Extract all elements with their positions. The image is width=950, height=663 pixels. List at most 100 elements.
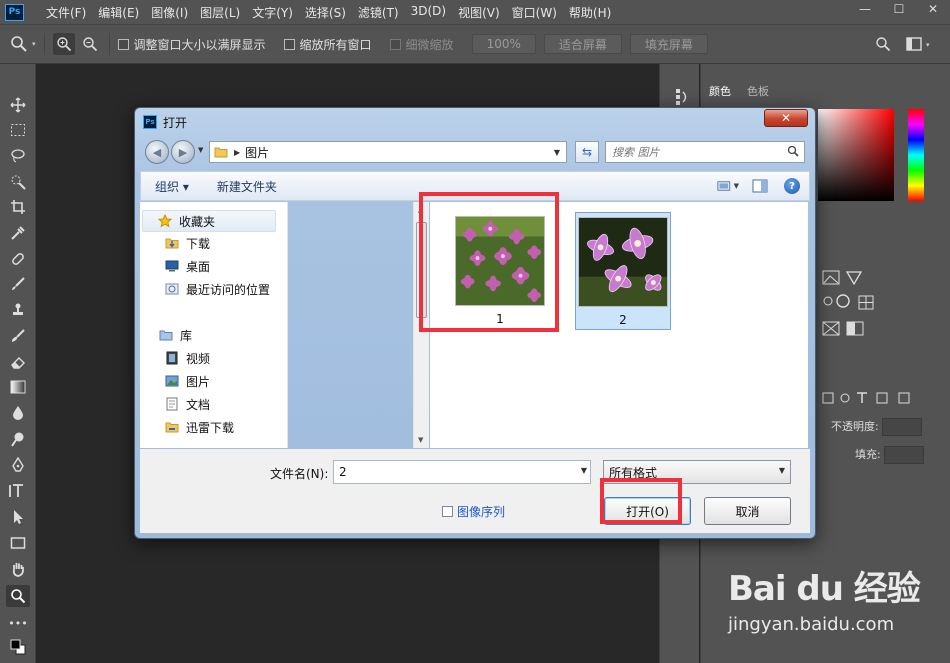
- menu-help[interactable]: 帮助(H): [563, 4, 617, 21]
- pictures-icon: [164, 373, 180, 389]
- menu-layer[interactable]: 图层(L): [194, 4, 246, 21]
- menu-select[interactable]: 选择(S): [299, 4, 352, 21]
- hand-tool-icon[interactable]: [6, 558, 30, 580]
- menu-filter[interactable]: 滤镜(T): [352, 4, 405, 21]
- color-swatches-icon[interactable]: [6, 636, 30, 658]
- menu-window[interactable]: 窗口(W): [506, 4, 563, 21]
- crop-tool-icon[interactable]: [6, 196, 30, 218]
- tree-item-desktop[interactable]: 桌面: [164, 255, 210, 277]
- breadcrumb-arrow-icon[interactable]: ▶: [234, 148, 240, 157]
- clone-stamp-tool-icon[interactable]: [6, 299, 30, 321]
- file-item-2[interactable]: 2: [575, 212, 671, 330]
- minimize-button[interactable]: —: [848, 0, 882, 18]
- menu-3d[interactable]: 3D(D): [405, 4, 452, 21]
- zoom-out-icon[interactable]: [79, 33, 101, 55]
- close-button[interactable]: ✕: [916, 0, 950, 18]
- refresh-button[interactable]: ⇆: [575, 141, 599, 163]
- more-tools-icon[interactable]: •••: [6, 612, 30, 634]
- fit-screen-button[interactable]: 适合屏幕: [543, 34, 622, 54]
- scrubby-zoom-checkbox[interactable]: 细微缩放: [389, 36, 454, 53]
- tab-swatches[interactable]: 色板: [739, 78, 777, 104]
- eraser-tool-icon[interactable]: [6, 351, 30, 373]
- fill-field[interactable]: [884, 446, 925, 464]
- address-dropdown-icon[interactable]: ▼: [550, 145, 564, 159]
- new-folder-button[interactable]: 新建文件夹: [217, 178, 277, 195]
- fill-screen-button[interactable]: 填充屏幕: [629, 34, 708, 54]
- menu-edit[interactable]: 编辑(E): [92, 4, 145, 21]
- search-box[interactable]: [605, 141, 805, 163]
- marquee-tool-icon[interactable]: [6, 119, 30, 141]
- tree-item-pictures[interactable]: 图片: [164, 370, 210, 392]
- tree-item-downloads[interactable]: 下载: [164, 232, 210, 254]
- move-tool-icon[interactable]: [6, 94, 30, 116]
- eyedropper-tool-icon[interactable]: [6, 222, 30, 244]
- dialog-close-button[interactable]: ✕: [764, 109, 808, 127]
- search-icon[interactable]: [872, 33, 894, 55]
- gradient-tool-icon[interactable]: [6, 376, 30, 398]
- history-panel-icon[interactable]: [674, 88, 690, 109]
- hue-slider[interactable]: [908, 109, 924, 201]
- desktop-icon: [164, 258, 180, 274]
- pen-tool-icon[interactable]: [6, 454, 30, 476]
- preview-pane-icon[interactable]: [749, 175, 771, 197]
- checkbox-box[interactable]: [117, 38, 129, 50]
- zoom-tool-icon[interactable]: [8, 33, 30, 55]
- menu-type[interactable]: 文字(Y): [246, 4, 299, 21]
- color-picker-field[interactable]: [818, 109, 894, 201]
- resize-window-checkbox[interactable]: 调整窗口大小以满屏显示: [117, 36, 266, 53]
- cancel-button[interactable]: 取消: [704, 497, 791, 525]
- type-tool-icon[interactable]: [6, 480, 30, 502]
- checkbox-box[interactable]: [389, 38, 401, 50]
- checkbox-box[interactable]: [283, 38, 295, 50]
- menu-bar: Ps 文件(F) 编辑(E) 图像(I) 图层(L) 文字(Y) 选择(S) 滤…: [0, 0, 950, 24]
- healing-brush-tool-icon[interactable]: [6, 248, 30, 270]
- quick-select-tool-icon[interactable]: [6, 171, 30, 193]
- image-sequence-checkbox[interactable]: 图像序列: [442, 503, 505, 520]
- maximize-button[interactable]: ☐: [882, 0, 916, 18]
- tab-color[interactable]: 颜色: [701, 78, 739, 104]
- brush-tool-icon[interactable]: [6, 273, 30, 295]
- zoom-in-icon[interactable]: [52, 33, 75, 55]
- menu-file[interactable]: 文件(F): [40, 4, 92, 21]
- tree-favorites[interactable]: 收藏夹: [142, 210, 276, 232]
- filename-dropdown-icon[interactable]: ▼: [581, 466, 587, 475]
- change-view-icon[interactable]: ▼: [717, 175, 739, 197]
- workspace-chevron-icon[interactable]: ▾: [926, 41, 930, 49]
- forward-icon[interactable]: ▶: [171, 140, 195, 164]
- search-input[interactable]: [612, 145, 782, 159]
- back-icon[interactable]: ◀: [145, 140, 169, 164]
- menu-image[interactable]: 图像(I): [145, 4, 194, 21]
- zoom-all-label: 缩放所有窗口: [299, 37, 372, 52]
- rectangle-tool-icon[interactable]: [6, 532, 30, 554]
- tool-preset-chevron-icon[interactable]: ▾: [32, 40, 36, 48]
- history-brush-tool-icon[interactable]: [6, 325, 30, 347]
- help-button[interactable]: ?: [781, 175, 803, 197]
- scrubby-zoom-label: 细微缩放: [405, 37, 454, 52]
- blur-tool-icon[interactable]: [6, 402, 30, 424]
- menu-view[interactable]: 视图(V): [452, 4, 506, 21]
- organize-menu[interactable]: 组织 ▾: [155, 178, 189, 195]
- scroll-down-icon[interactable]: ▼: [418, 436, 423, 444]
- filename-field[interactable]: 2 ▼: [333, 460, 591, 484]
- adjustment-icons-row-3: [821, 320, 867, 341]
- workspace-icon[interactable]: [903, 33, 925, 55]
- address-path: 图片: [245, 145, 270, 160]
- tree-item-videos[interactable]: 视频: [164, 347, 210, 369]
- lasso-tool-icon[interactable]: [6, 145, 30, 167]
- zoom-percent-button[interactable]: 100%: [471, 34, 536, 54]
- zoom-all-checkbox[interactable]: 缩放所有窗口: [283, 36, 372, 53]
- tree-item-thunder-downloads[interactable]: 迅雷下载: [164, 416, 234, 438]
- checkbox-box[interactable]: [442, 506, 453, 517]
- recent-pages-chevron-icon[interactable]: ▼: [198, 146, 203, 154]
- format-dropdown-icon[interactable]: ▼: [779, 466, 785, 475]
- path-select-tool-icon[interactable]: [6, 506, 30, 528]
- tree-item-documents[interactable]: 文档: [164, 393, 210, 415]
- view-chevron-icon[interactable]: ▼: [734, 182, 739, 190]
- opacity-field[interactable]: [882, 418, 923, 436]
- tree-libraries[interactable]: 库: [158, 324, 192, 346]
- tree-item-recent-places[interactable]: 最近访问的位置: [164, 278, 270, 300]
- zoom-tool-icon[interactable]: [6, 585, 30, 607]
- address-bar[interactable]: ▶ 图片 ▼: [209, 141, 567, 163]
- dodge-tool-icon[interactable]: [6, 428, 30, 450]
- opacity-row: 不透明度:: [831, 418, 923, 436]
